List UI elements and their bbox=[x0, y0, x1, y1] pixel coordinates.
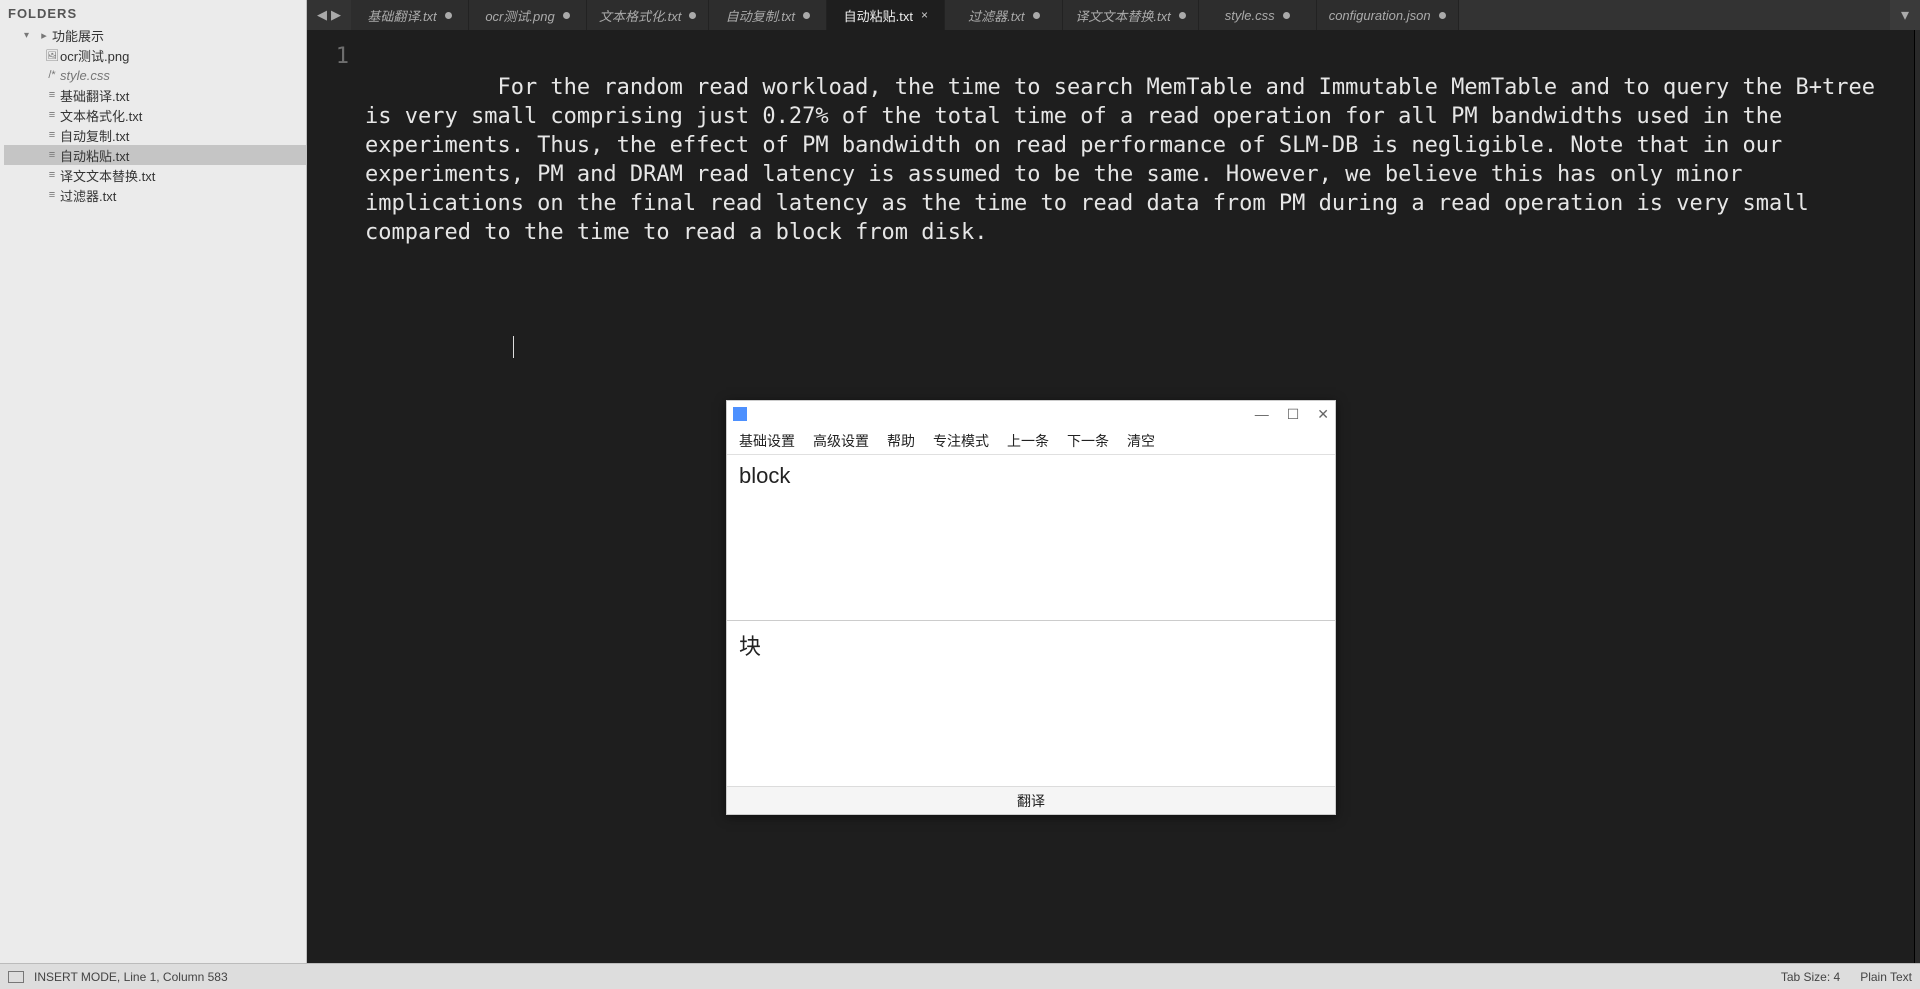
sidebar-header: FOLDERS bbox=[0, 0, 306, 25]
tab-nav-arrows[interactable]: ◀ ▶ bbox=[307, 0, 351, 30]
img-file-icon: 🖼 bbox=[44, 49, 60, 62]
tab-label: 文本格式化.txt bbox=[599, 6, 681, 25]
file-item-label: ocr测试.png bbox=[60, 46, 129, 65]
translator-titlebar[interactable]: — ☐ ✕ bbox=[727, 401, 1335, 427]
tab-label: 基础翻译.txt bbox=[367, 6, 436, 25]
translator-menu-item[interactable]: 高级设置 bbox=[813, 431, 869, 451]
folder-root-label: 功能展示 bbox=[52, 26, 104, 45]
panel-switch-icon[interactable] bbox=[8, 971, 24, 983]
tab-label: 译文文本替换.txt bbox=[1075, 6, 1170, 25]
close-button[interactable]: ✕ bbox=[1317, 406, 1329, 423]
tabstrip: ◀ ▶ 基础翻译.txt ocr测试.png 文本格式化.txt 自动复制.txt 自动… bbox=[307, 0, 1920, 30]
file-item-label: 基础翻译.txt bbox=[60, 86, 129, 105]
tab[interactable]: 基础翻译.txt bbox=[351, 0, 469, 30]
tab[interactable]: 过滤器.txt bbox=[945, 0, 1063, 30]
tab-label: 过滤器.txt bbox=[968, 6, 1024, 25]
txt-file-icon: ≡ bbox=[44, 149, 60, 161]
status-cursor-position[interactable]: INSERT MODE, Line 1, Column 583 bbox=[34, 970, 228, 984]
translator-menu-item[interactable]: 专注模式 bbox=[933, 431, 989, 451]
txt-file-icon: ≡ bbox=[44, 109, 60, 121]
translator-menu: 基础设置高级设置帮助专注模式上一条下一条清空 bbox=[727, 427, 1335, 455]
gutter: 1 bbox=[307, 30, 359, 963]
modified-dot-icon bbox=[1283, 12, 1290, 19]
file-item-label: 译文文本替换.txt bbox=[60, 166, 155, 185]
file-item[interactable]: ≡自动粘贴.txt bbox=[4, 145, 306, 165]
status-tab-size[interactable]: Tab Size: 4 bbox=[1781, 970, 1840, 984]
file-item[interactable]: ≡文本格式化.txt bbox=[4, 105, 306, 125]
file-item[interactable]: /*style.css bbox=[4, 65, 306, 85]
modified-dot-icon bbox=[563, 12, 570, 19]
file-item-label: style.css bbox=[60, 68, 110, 83]
translator-menu-item[interactable]: 清空 bbox=[1127, 431, 1155, 451]
modified-dot-icon bbox=[1033, 12, 1040, 19]
modified-dot-icon bbox=[689, 12, 696, 19]
statusbar: INSERT MODE, Line 1, Column 583 Tab Size… bbox=[0, 963, 1920, 989]
folder-icon: ▸ bbox=[36, 29, 52, 42]
text-cursor bbox=[513, 336, 514, 358]
target-text-pane[interactable]: 块 bbox=[727, 621, 1335, 786]
translator-menu-item[interactable]: 上一条 bbox=[1007, 431, 1049, 451]
tab-label: style.css bbox=[1225, 8, 1275, 23]
nav-forward-icon[interactable]: ▶ bbox=[331, 7, 341, 23]
maximize-button[interactable]: ☐ bbox=[1287, 406, 1300, 423]
nav-back-icon[interactable]: ◀ bbox=[317, 7, 327, 23]
tab-overflow-button[interactable]: ▾ bbox=[1890, 0, 1920, 30]
folder-tree: ▾ ▸ 功能展示 🖼ocr测试.png/*style.css≡基础翻译.txt≡… bbox=[0, 25, 306, 205]
file-item-label: 过滤器.txt bbox=[60, 186, 116, 205]
chevron-down-icon: ▾ bbox=[24, 30, 34, 41]
file-item[interactable]: 🖼ocr测试.png bbox=[4, 45, 306, 65]
txt-file-icon: ≡ bbox=[44, 169, 60, 181]
minimize-button[interactable]: — bbox=[1255, 406, 1269, 423]
tab-label: 自动粘贴.txt bbox=[844, 6, 913, 25]
translator-menu-item[interactable]: 下一条 bbox=[1067, 431, 1109, 451]
chevron-down-icon: ▾ bbox=[1901, 5, 1909, 25]
translator-footer-button[interactable]: 翻译 bbox=[727, 786, 1335, 814]
translator-menu-item[interactable]: 基础设置 bbox=[739, 431, 795, 451]
translator-window[interactable]: — ☐ ✕ 基础设置高级设置帮助专注模式上一条下一条清空 block 块 翻译 bbox=[726, 400, 1336, 815]
modified-dot-icon bbox=[445, 12, 452, 19]
file-item[interactable]: ≡基础翻译.txt bbox=[4, 85, 306, 105]
txt-file-icon: ≡ bbox=[44, 129, 60, 141]
tab-label: configuration.json bbox=[1329, 8, 1431, 23]
translator-menu-item[interactable]: 帮助 bbox=[887, 431, 915, 451]
file-item-label: 文本格式化.txt bbox=[60, 106, 142, 125]
tab[interactable]: 文本格式化.txt bbox=[587, 0, 709, 30]
tab[interactable]: ocr测试.png bbox=[469, 0, 587, 30]
tab[interactable]: 译文文本替换.txt bbox=[1063, 0, 1198, 30]
app-icon bbox=[733, 407, 747, 421]
tab[interactable]: 自动粘贴.txt × bbox=[827, 0, 945, 30]
tab[interactable]: 自动复制.txt bbox=[709, 0, 827, 30]
txt-file-icon: ≡ bbox=[44, 89, 60, 101]
modified-dot-icon bbox=[803, 12, 810, 19]
file-item[interactable]: ≡译文文本替换.txt bbox=[4, 165, 306, 185]
tab[interactable]: configuration.json bbox=[1317, 0, 1459, 30]
sidebar: FOLDERS ▾ ▸ 功能展示 🖼ocr测试.png/*style.css≡基… bbox=[0, 0, 307, 963]
tab-label: ocr测试.png bbox=[485, 6, 554, 25]
modified-dot-icon bbox=[1179, 12, 1186, 19]
source-text-pane[interactable]: block bbox=[727, 455, 1335, 621]
file-item-label: 自动复制.txt bbox=[60, 126, 129, 145]
txt-file-icon: ≡ bbox=[44, 189, 60, 201]
editor[interactable]: 1 For the random read workload, the time… bbox=[307, 30, 1920, 963]
line-number: 1 bbox=[307, 44, 349, 69]
folder-root[interactable]: ▾ ▸ 功能展示 bbox=[4, 25, 306, 45]
file-item[interactable]: ≡过滤器.txt bbox=[4, 185, 306, 205]
tab[interactable]: style.css bbox=[1199, 0, 1317, 30]
minimap[interactable] bbox=[1914, 30, 1920, 963]
tab-close-icon[interactable]: × bbox=[921, 8, 928, 22]
modified-dot-icon bbox=[1439, 12, 1446, 19]
file-item[interactable]: ≡自动复制.txt bbox=[4, 125, 306, 145]
file-item-label: 自动粘贴.txt bbox=[60, 146, 129, 165]
editor-content: For the random read workload, the time t… bbox=[365, 75, 1888, 245]
tab-label: 自动复制.txt bbox=[726, 6, 795, 25]
css-file-icon: /* bbox=[44, 69, 60, 81]
status-syntax[interactable]: Plain Text bbox=[1860, 970, 1912, 984]
